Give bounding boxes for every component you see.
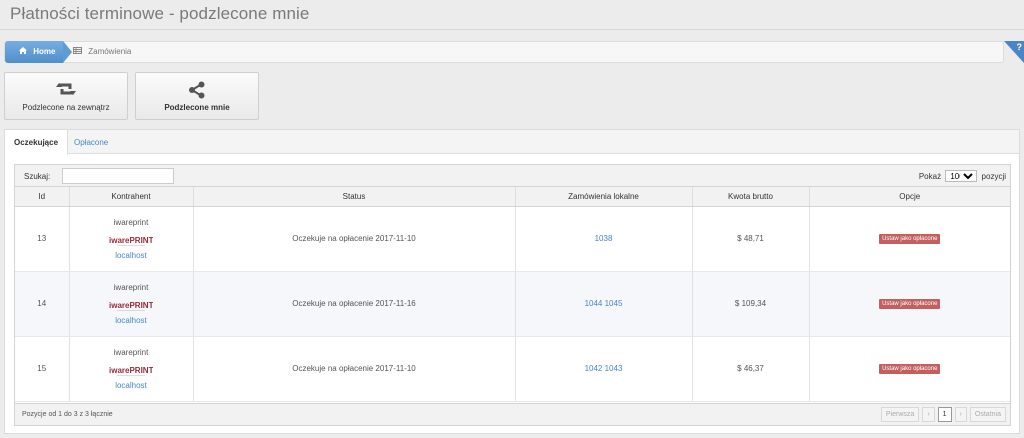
help-button[interactable]: ? <box>1004 41 1024 63</box>
table-row: 15 iwareprint iwarePRINT localhost Oczek… <box>15 336 1010 402</box>
table-footer: Pozycje od 1 do 3 z 3 łącznie Pierwsza ‹… <box>15 403 1010 425</box>
row-id: 15 <box>15 336 70 402</box>
page-length-select[interactable]: 100 <box>945 170 978 182</box>
table-info: Pozycje od 1 do 3 z 3 łącznie <box>22 411 113 418</box>
subcontracted-to-me-button[interactable]: Podzlecone mnie <box>135 72 259 120</box>
title-divider <box>0 29 1024 30</box>
pagination-prev[interactable]: ‹ <box>922 407 935 422</box>
pagination-first[interactable]: Pierwsza <box>880 407 920 422</box>
row-local-orders: 1038 <box>515 206 693 272</box>
breadcrumb-home[interactable]: Home <box>5 41 72 63</box>
orders-table: Id Kontrahent Status Zamówienia lokalne … <box>15 187 1010 402</box>
row-contractor: iwareprint iwarePRINT localhost <box>69 206 194 272</box>
pagination: Pierwsza ‹ 1 › Ostatnia <box>878 407 1006 423</box>
page-length-prefix: Pokaż <box>918 172 942 181</box>
column-header-id[interactable]: Id <box>15 187 70 207</box>
row-options: Ustaw jako opłacone <box>809 271 1010 337</box>
breadcrumb-current-label: Zamówienia <box>88 47 132 56</box>
row-options: Ustaw jako opłacone <box>809 206 1010 272</box>
contractor-logo: iwarePRINT <box>109 301 153 311</box>
contractor-name: iwareprint <box>113 347 149 357</box>
breadcrumb: Home Zamówienia <box>4 41 1004 63</box>
row-contractor: iwareprint iwarePRINT localhost <box>69 271 194 337</box>
tab-paid[interactable]: Opłacone <box>65 130 117 154</box>
retweet-icon <box>5 81 127 99</box>
table-row: 13 iwareprint iwarePRINT localhost Oczek… <box>15 206 1010 272</box>
mark-paid-button[interactable]: Ustaw jako opłacone <box>879 364 941 374</box>
table-icon <box>73 47 84 56</box>
row-id: 13 <box>15 206 70 272</box>
row-options: Ustaw jako opłacone <box>809 336 1010 402</box>
column-header-contractor[interactable]: Kontrahent <box>69 187 194 207</box>
row-status: Oczekuje na opłacenie 2017-11-16 <box>193 271 516 337</box>
breadcrumb-home-label: Home <box>33 47 56 56</box>
column-header-options: Opcje <box>809 187 1010 207</box>
home-icon <box>19 47 29 56</box>
contractor-host-link[interactable]: localhost <box>70 316 193 325</box>
contractor-name: iwareprint <box>113 217 149 227</box>
orders-panel: Oczekujące Opłacone Szukaj: Pokaż 100 po… <box>4 129 1020 434</box>
column-header-local-orders[interactable]: Zamówienia lokalne <box>515 187 693 207</box>
column-header-status[interactable]: Status <box>193 187 516 207</box>
table-toolbar: Szukaj: Pokaż 100 pozycji <box>15 165 1010 187</box>
order-link[interactable]: 1038 <box>595 234 613 243</box>
row-amount: $ 109,34 <box>692 271 810 337</box>
contractor-name: iwareprint <box>113 282 149 292</box>
help-icon: ? <box>1016 42 1023 52</box>
pagination-next[interactable]: › <box>954 407 967 422</box>
tab-pending[interactable]: Oczekujące <box>5 130 69 155</box>
contractor-host-link[interactable]: localhost <box>70 381 193 390</box>
mark-paid-button[interactable]: Ustaw jako opłacone <box>879 234 941 244</box>
logo-text: iwarePRINT <box>109 236 153 245</box>
contractor-logo: iwarePRINT <box>109 236 153 246</box>
page-title: Płatności terminowe - podzlecone mnie <box>10 4 310 23</box>
row-status: Oczekuje na opłacenie 2017-11-10 <box>193 336 516 402</box>
table-row: 14 iwareprint iwarePRINT localhost Oczek… <box>15 271 1010 337</box>
row-amount: $ 46,37 <box>692 336 810 402</box>
row-amount: $ 48,71 <box>692 206 810 272</box>
subcontracted-to-me-label: Podzlecone mnie <box>164 103 230 112</box>
tab-bar: Oczekujące Opłacone <box>5 130 1019 155</box>
order-link[interactable]: 1044 1045 <box>585 299 623 308</box>
subcontracted-out-label: Podzlecone na zewnątrz <box>22 103 110 112</box>
logo-text: iwarePRINT <box>109 301 153 310</box>
contractor-host-link[interactable]: localhost <box>70 251 193 260</box>
row-local-orders: 1042 1043 <box>515 336 693 402</box>
row-local-orders: 1044 1045 <box>515 271 693 337</box>
share-icon <box>136 81 258 99</box>
column-header-gross-amount[interactable]: Kwota brutto <box>692 187 810 207</box>
mark-paid-button[interactable]: Ustaw jako opłacone <box>879 299 941 309</box>
pagination-last[interactable]: Ostatnia <box>969 407 1006 422</box>
order-link[interactable]: 1042 1043 <box>585 364 623 373</box>
row-contractor: iwareprint iwarePRINT localhost <box>69 336 194 402</box>
orders-table-wrapper: Szukaj: Pokaż 100 pozycji Id Kontrahent … <box>14 164 1011 426</box>
table-header-row: Id Kontrahent Status Zamówienia lokalne … <box>15 187 1010 207</box>
search-label: Szukaj: <box>24 172 51 181</box>
page-length: Pokaż 100 pozycji <box>919 170 1006 182</box>
breadcrumb-current: Zamówienia <box>73 47 131 56</box>
contractor-logo: iwarePRINT <box>109 366 153 376</box>
search-input[interactable] <box>62 168 174 184</box>
row-status: Oczekuje na opłacenie 2017-11-10 <box>193 206 516 272</box>
page-length-suffix: pozycji <box>981 172 1006 181</box>
subcontracted-out-button[interactable]: Podzlecone na zewnątrz <box>4 72 128 120</box>
logo-text: iwarePRINT <box>109 366 153 375</box>
pagination-page[interactable]: 1 <box>937 407 952 422</box>
row-id: 14 <box>15 271 70 337</box>
